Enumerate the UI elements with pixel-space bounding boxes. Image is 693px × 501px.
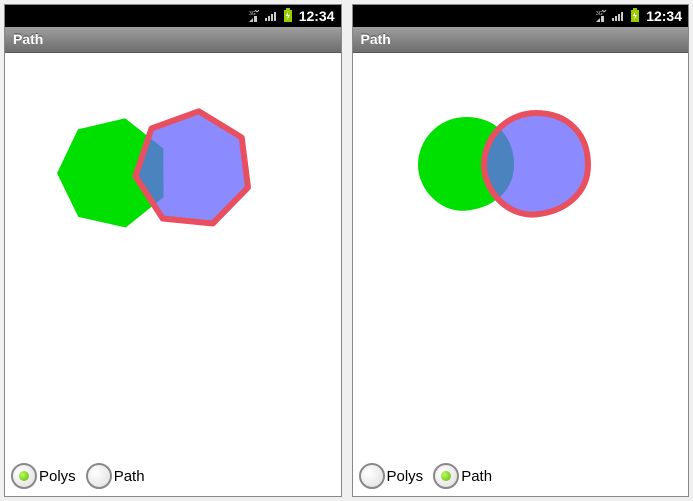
canvas-area[interactable] — [353, 53, 689, 456]
status-icons: 3G 12:34 — [596, 8, 682, 25]
status-bar: 3G 12:34 — [5, 5, 341, 27]
drawing-canvas — [353, 53, 690, 458]
app-title: Path — [361, 31, 391, 47]
signal-bars-icon — [612, 9, 626, 24]
radio-group-path: Path — [433, 463, 492, 489]
network-3g-icon: 3G — [596, 10, 608, 22]
app-title-bar: Path — [353, 27, 689, 53]
radio-group-polys: Polys — [11, 463, 76, 489]
network-3g-icon: 3G — [249, 10, 261, 22]
radio-polys[interactable] — [359, 463, 385, 489]
radio-path-label: Path — [114, 468, 145, 485]
canvas-area[interactable] — [5, 53, 341, 456]
radio-polys-label: Polys — [39, 468, 76, 485]
radio-polys[interactable] — [11, 463, 37, 489]
radio-group-polys: Polys — [359, 463, 424, 489]
radio-path-label: Path — [461, 468, 492, 485]
battery-icon — [283, 8, 293, 25]
battery-icon — [630, 8, 640, 25]
radio-path[interactable] — [86, 463, 112, 489]
status-bar: 3G 12:34 — [353, 5, 689, 27]
app-title-bar: Path — [5, 27, 341, 53]
status-clock: 12:34 — [646, 8, 682, 24]
radio-bar: Polys Path — [5, 456, 341, 496]
radio-bar: Polys Path — [353, 456, 689, 496]
device-screen-left: 3G 12:34 Path Polys Path — [4, 4, 342, 497]
drawing-canvas — [5, 53, 342, 458]
radio-polys-label: Polys — [387, 468, 424, 485]
signal-bars-icon — [265, 9, 279, 24]
radio-path[interactable] — [433, 463, 459, 489]
status-clock: 12:34 — [299, 8, 335, 24]
radio-group-path: Path — [86, 463, 145, 489]
status-icons: 3G 12:34 — [249, 8, 335, 25]
device-screen-right: 3G 12:34 Path Polys Path — [352, 4, 690, 497]
app-title: Path — [13, 31, 43, 47]
